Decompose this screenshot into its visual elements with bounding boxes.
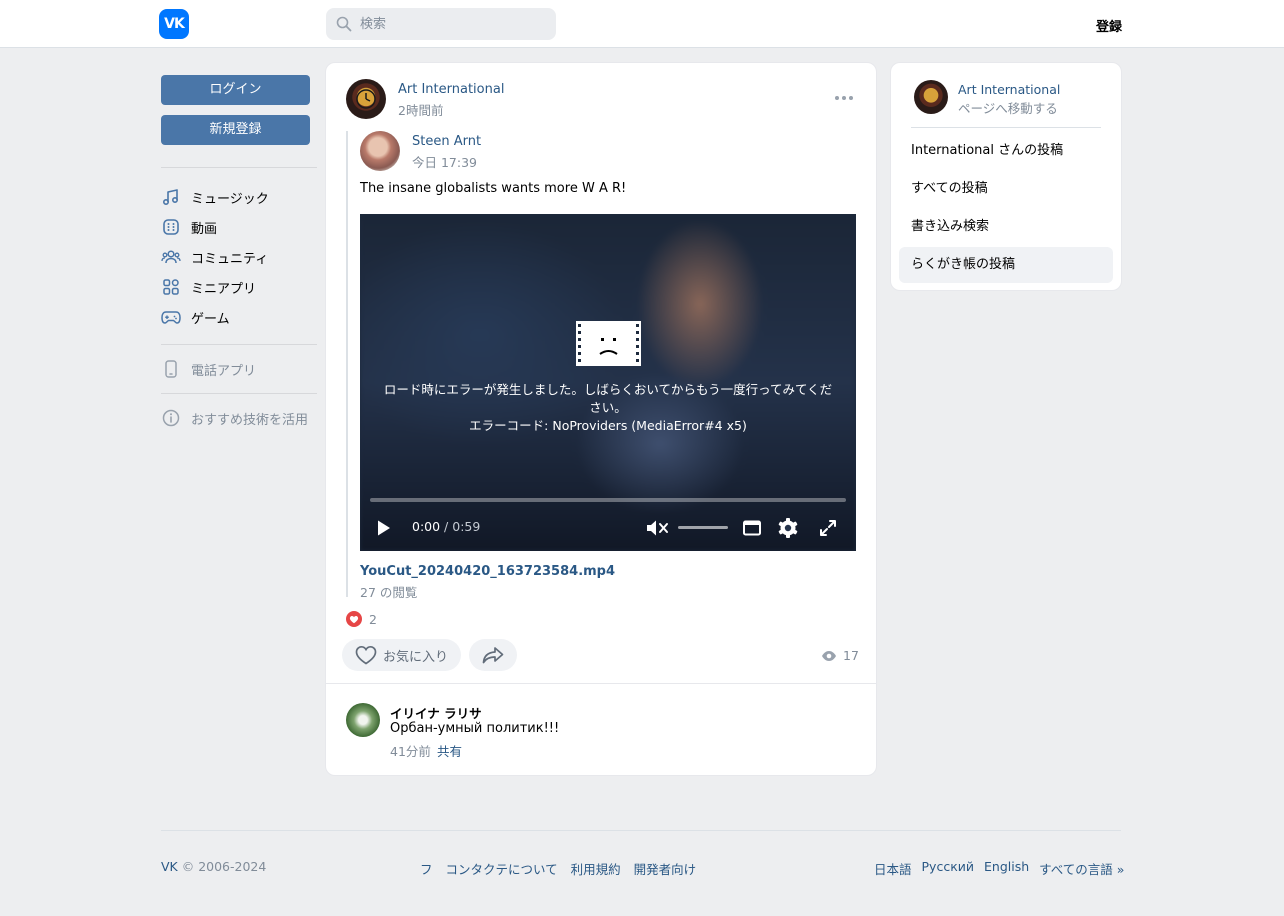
video-time: 0:00 / 0:59 bbox=[412, 519, 481, 534]
share-button[interactable] bbox=[469, 639, 517, 671]
repost-time[interactable]: 今日 17:39 bbox=[412, 152, 477, 171]
footer-link-developers[interactable]: 開発者向け bbox=[634, 859, 697, 878]
play-icon[interactable] bbox=[374, 517, 394, 539]
more-options-icon[interactable] bbox=[835, 92, 853, 104]
nav-item-recommend-tech[interactable]: おすすめ技術を活用 bbox=[161, 403, 317, 433]
left-divider bbox=[161, 167, 317, 168]
footer-divider bbox=[161, 830, 1121, 831]
heart-reaction-icon bbox=[346, 611, 362, 627]
phone-icon bbox=[161, 359, 181, 379]
post-comments-divider bbox=[326, 683, 876, 684]
owner-menu-divider bbox=[911, 127, 1101, 128]
nav-item-video[interactable]: 動画 bbox=[161, 212, 317, 242]
search-box[interactable] bbox=[326, 8, 556, 40]
footer-copyright: VK © 2006-2024 bbox=[161, 859, 267, 874]
reactions-summary[interactable]: 2 bbox=[346, 611, 377, 627]
video-icon bbox=[161, 217, 181, 237]
nav-item-community[interactable]: コミュニティ bbox=[161, 242, 317, 272]
post-author-name[interactable]: Art International bbox=[398, 82, 504, 97]
menu-item-owner-posts[interactable]: International さんの投稿 bbox=[899, 133, 1113, 169]
search-icon bbox=[336, 16, 352, 32]
author-avatar[interactable] bbox=[346, 79, 386, 119]
language-russian[interactable]: Русский bbox=[922, 859, 974, 878]
nav-label: ゲーム bbox=[191, 311, 230, 327]
nav-label: 電話アプリ bbox=[191, 363, 257, 379]
info-icon bbox=[161, 408, 181, 428]
menu-item-all-posts[interactable]: すべての投稿 bbox=[899, 171, 1113, 207]
heart-outline-icon bbox=[355, 645, 377, 665]
repost-author-name[interactable]: Steen Arnt bbox=[412, 134, 481, 149]
post-text: The insane globalists wants more W A R! bbox=[360, 181, 627, 196]
views-count: 17 bbox=[843, 648, 859, 663]
comment-time[interactable]: 41分前 bbox=[390, 741, 431, 760]
vk-logo[interactable]: VK bbox=[159, 9, 189, 39]
post-time[interactable]: 2時間前 bbox=[398, 100, 443, 119]
mini-apps-icon bbox=[161, 277, 181, 297]
menu-item-search-posts[interactable]: 書き込み検索 bbox=[899, 209, 1113, 245]
register-link[interactable]: 登録 bbox=[1096, 16, 1122, 35]
like-button[interactable]: お気に入り bbox=[342, 639, 461, 671]
language-english[interactable]: English bbox=[984, 859, 1029, 878]
nav-label: コミュニティ bbox=[191, 251, 269, 267]
volume-slider[interactable] bbox=[678, 526, 728, 529]
top-header: VK 登録 bbox=[0, 0, 1284, 48]
left-divider bbox=[161, 393, 317, 394]
eye-icon bbox=[822, 650, 836, 661]
go-to-page-link[interactable]: ページへ移動する bbox=[958, 98, 1058, 117]
nav-label: ミュージック bbox=[191, 191, 269, 207]
left-divider bbox=[161, 344, 317, 345]
video-view-count: 27 の閲覧 bbox=[360, 585, 418, 600]
footer-vk-link[interactable]: VK bbox=[161, 859, 178, 874]
fullscreen-icon[interactable] bbox=[818, 517, 838, 539]
views-counter: 17 bbox=[821, 648, 859, 663]
nav-item-phone-app[interactable]: 電話アプリ bbox=[161, 354, 317, 384]
settings-gear-icon[interactable] bbox=[776, 517, 800, 539]
error-code: エラーコード: NoProviders (MediaError#4 x5) bbox=[469, 418, 747, 433]
comment-share-link[interactable]: 共有 bbox=[437, 741, 462, 760]
menu-item-wall-posts[interactable]: らくがき帳の投稿 bbox=[899, 247, 1113, 283]
nav-item-music[interactable]: ミュージック bbox=[161, 182, 317, 212]
likes-count: 2 bbox=[369, 611, 377, 627]
muted-volume-icon[interactable] bbox=[644, 517, 670, 539]
language-all[interactable]: すべての言語 » bbox=[1039, 859, 1124, 878]
theater-mode-icon[interactable] bbox=[742, 517, 762, 539]
like-button-label: お気に入り bbox=[383, 649, 449, 665]
broken-video-icon bbox=[576, 321, 641, 366]
nav-label: おすすめ技術を活用 bbox=[191, 412, 309, 428]
error-message: ロード時にエラーが発生しました。しばらくおいてからもう一度行ってみてくだ さい。 bbox=[383, 382, 833, 415]
login-button[interactable]: ログイン bbox=[161, 75, 310, 105]
music-icon bbox=[161, 187, 181, 207]
video-file-name[interactable]: YouCut_20240420_163723584.mp4 bbox=[360, 564, 615, 579]
comment-text: Орбан-умный политик!!! bbox=[390, 721, 560, 736]
owner-name[interactable]: Art International bbox=[958, 82, 1060, 97]
footer-link-about[interactable]: コンタクテについて bbox=[446, 859, 558, 878]
nav-label: 動画 bbox=[191, 221, 218, 237]
footer-links: フ コンタクテについて 利用規約 開発者向け bbox=[420, 859, 696, 878]
repost-indicator-bar bbox=[346, 131, 348, 597]
share-arrow-icon bbox=[482, 647, 504, 664]
gamepad-icon bbox=[161, 307, 181, 327]
footer-link-terms[interactable]: 利用規約 bbox=[571, 859, 621, 878]
owner-avatar[interactable] bbox=[914, 80, 948, 114]
comment-author-name[interactable]: イリイナ ラリサ bbox=[390, 703, 482, 722]
language-japanese[interactable]: 日本語 bbox=[874, 859, 912, 878]
clock-avatar-image bbox=[356, 89, 376, 109]
community-icon bbox=[161, 247, 181, 267]
nav-item-mini-apps[interactable]: ミニアプリ bbox=[161, 272, 317, 302]
nav-label: ミニアプリ bbox=[191, 281, 257, 297]
nav-item-games[interactable]: ゲーム bbox=[161, 302, 317, 332]
footer-languages: 日本語 Русский English すべての言語 » bbox=[874, 859, 1124, 878]
repost-author-avatar[interactable] bbox=[360, 131, 400, 171]
footer-link[interactable]: フ bbox=[420, 859, 433, 878]
video-player[interactable]: ロード時にエラーが発生しました。しばらくおいてからもう一度行ってみてくだ さい。 … bbox=[360, 214, 856, 551]
search-input[interactable] bbox=[360, 8, 550, 40]
commenter-avatar[interactable] bbox=[346, 703, 380, 737]
signup-button[interactable]: 新規登録 bbox=[161, 115, 310, 145]
video-progress-bar[interactable] bbox=[370, 498, 846, 502]
